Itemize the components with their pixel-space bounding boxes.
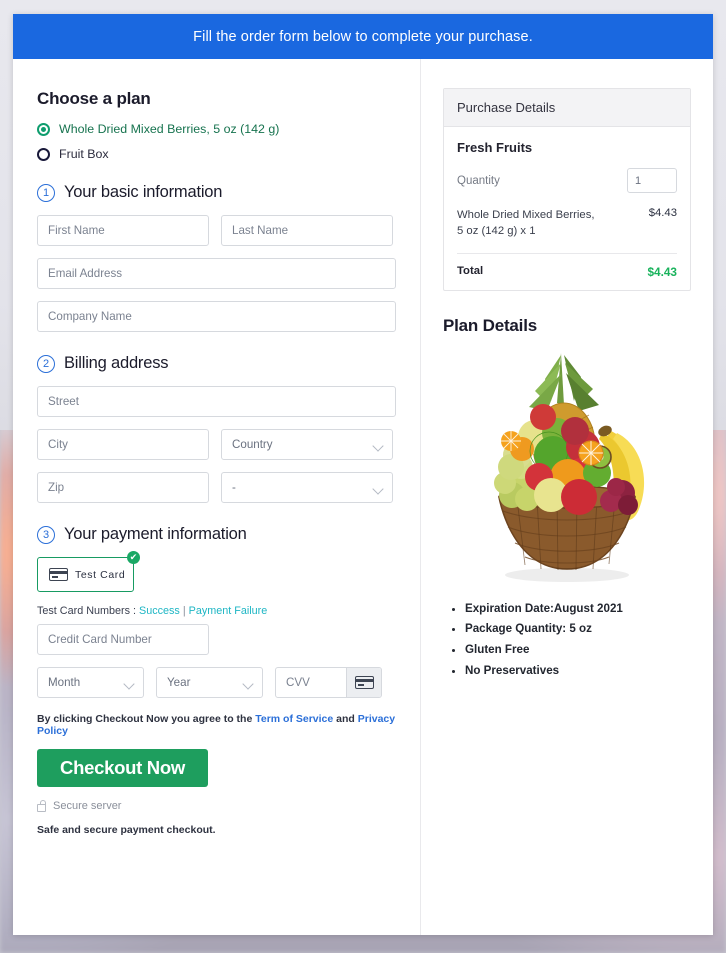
company-row [37, 301, 396, 332]
step-3-header: 3 Your payment information [37, 525, 396, 544]
expiry-year-select[interactable]: Year [156, 667, 263, 698]
terms-middle: and [333, 713, 358, 725]
credit-card-row [37, 624, 396, 655]
expiry-month-value: Month [37, 667, 144, 698]
street-input[interactable] [37, 386, 396, 417]
city-country-row: Country [37, 429, 396, 460]
link-separator: | [182, 605, 186, 617]
purchase-details-body: Fresh Fruits Quantity Whole Dried Mixed … [444, 127, 690, 290]
email-row [37, 258, 396, 289]
email-field[interactable] [37, 258, 396, 289]
credit-card-number-input[interactable] [37, 624, 209, 655]
first-name-input[interactable] [37, 215, 209, 246]
quantity-row: Quantity [457, 168, 677, 193]
expiry-cvv-row: Month Year [37, 667, 396, 698]
lock-icon [37, 799, 46, 812]
step-number-badge: 1 [37, 183, 55, 202]
page-banner: Fill the order form below to complete yo… [13, 14, 713, 59]
list-item: Gluten Free [465, 642, 691, 658]
purchase-details-header: Purchase Details [444, 89, 690, 127]
step-number-badge: 2 [37, 354, 55, 373]
checkout-card: Fill the order form below to complete yo… [13, 14, 713, 935]
country-select[interactable]: Country [221, 429, 393, 460]
terms-of-service-link[interactable]: Term of Service [255, 713, 333, 725]
radio-icon-selected[interactable] [37, 122, 50, 136]
test-card-label: Test Card [75, 568, 126, 581]
company-name-input[interactable] [37, 301, 396, 332]
step-title: Your basic information [64, 183, 223, 201]
line-item-price: $4.43 [648, 207, 677, 219]
step-2-header: 2 Billing address [37, 354, 396, 373]
expiry-year-value: Year [156, 667, 263, 698]
choose-plan-heading: Choose a plan [37, 89, 151, 108]
cvv-card-icon [346, 668, 381, 697]
cvv-field-group[interactable] [275, 667, 382, 698]
quantity-label: Quantity [457, 174, 500, 187]
order-form-column: Choose a plan Whole Dried Mixed Berries,… [13, 59, 421, 935]
list-item: Package Quantity: 5 oz [465, 621, 691, 637]
test-card-numbers-label: Test Card Numbers : [37, 605, 137, 617]
checkout-now-button[interactable]: Checkout Now [37, 749, 208, 787]
city-input[interactable] [37, 429, 209, 460]
banner-text: Fill the order form below to complete yo… [193, 28, 533, 45]
plan-details-heading: Plan Details [443, 315, 537, 335]
zip-state-row: - [37, 472, 396, 503]
purchase-details-panel: Purchase Details Fresh Fruits Quantity W… [443, 88, 691, 291]
list-item: Expiration Date:August 2021 [465, 601, 691, 617]
plan-option-fruit-box[interactable]: Fruit Box [37, 147, 396, 161]
check-circle-icon: ✔ [127, 551, 140, 564]
secure-server-row: Secure server [37, 799, 396, 812]
list-item: No Preservatives [465, 663, 691, 679]
street-row [37, 386, 396, 417]
total-label: Total [457, 264, 484, 277]
credit-card-icon [354, 676, 374, 689]
cvv-input[interactable] [276, 668, 346, 697]
plan-option-whole-dried-mixed-berries[interactable]: Whole Dried Mixed Berries, 5 oz (142 g) [37, 122, 396, 136]
plan-option-label: Fruit Box [59, 147, 109, 161]
step-title: Billing address [64, 354, 169, 372]
card-columns: Choose a plan Whole Dried Mixed Berries,… [13, 59, 713, 935]
success-link[interactable]: Success [139, 605, 180, 617]
step-number-badge: 3 [37, 525, 55, 544]
line-item-name: Whole Dried Mixed Berries, 5 oz (142 g) … [457, 209, 595, 238]
plan-feature-list: Expiration Date:August 2021 Package Quan… [465, 601, 691, 679]
zip-input[interactable] [37, 472, 209, 503]
country-select-value: Country [221, 429, 393, 460]
terms-prefix: By clicking Checkout Now you agree to th… [37, 713, 256, 725]
product-name: Fresh Fruits [457, 140, 533, 155]
terms-text: By clicking Checkout Now you agree to th… [37, 713, 396, 737]
name-row [37, 215, 396, 246]
safe-checkout-note: Safe and secure payment checkout. [37, 824, 216, 836]
test-card-numbers-line: Test Card Numbers : Success | Payment Fa… [37, 605, 396, 617]
credit-card-icon [49, 568, 68, 581]
state-select[interactable]: - [221, 472, 393, 503]
fruit-basket-illustration [493, 352, 644, 582]
plan-option-label: Whole Dried Mixed Berries, 5 oz (142 g) [59, 122, 280, 136]
quantity-stepper[interactable] [627, 168, 677, 193]
state-select-value: - [221, 472, 393, 503]
step-title: Your payment information [64, 525, 247, 543]
summary-column: Purchase Details Fresh Fruits Quantity W… [421, 59, 713, 935]
total-row: Total $4.43 [457, 254, 677, 279]
test-card-method-button[interactable]: Test Card ✔ [37, 551, 140, 592]
payment-failure-link[interactable]: Payment Failure [189, 605, 268, 617]
fruit-basket-image [443, 340, 691, 595]
last-name-input[interactable] [221, 215, 393, 246]
step-1-header: 1 Your basic information [37, 183, 396, 202]
expiry-month-select[interactable]: Month [37, 667, 144, 698]
secure-server-label: Secure server [53, 800, 122, 812]
radio-icon-unselected[interactable] [37, 147, 50, 161]
line-item-row: Whole Dried Mixed Berries, 5 oz (142 g) … [457, 207, 677, 254]
total-value: $4.43 [647, 264, 677, 279]
